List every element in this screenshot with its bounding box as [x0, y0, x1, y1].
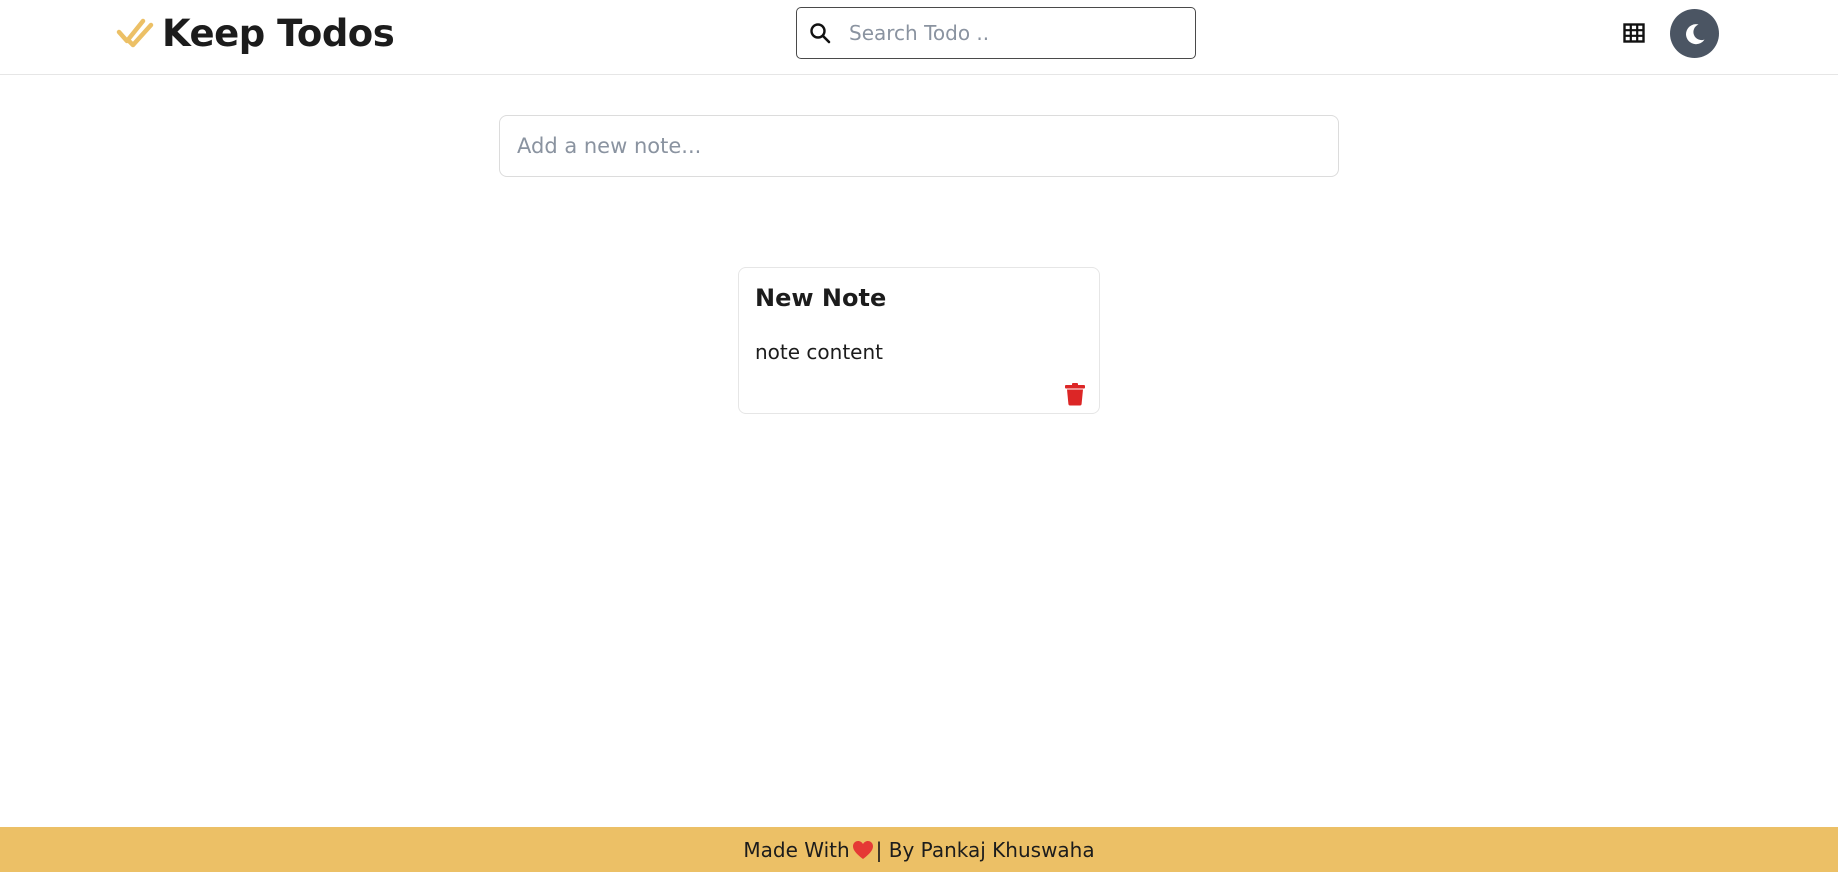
- app-title: Keep Todos: [162, 11, 395, 55]
- double-check-icon: [116, 18, 154, 48]
- grid-view-button[interactable]: [1621, 21, 1647, 45]
- new-note-box[interactable]: [499, 115, 1339, 177]
- theme-toggle-button[interactable]: [1670, 9, 1719, 58]
- footer-author: | By Pankaj Khuswaha: [875, 837, 1095, 862]
- brand[interactable]: Keep Todos: [116, 10, 395, 56]
- note-title: New Note: [755, 284, 887, 312]
- trash-icon: [1065, 383, 1085, 406]
- note-content: note content: [755, 340, 883, 364]
- new-note-input[interactable]: [515, 126, 1315, 166]
- search-box[interactable]: [796, 7, 1196, 59]
- grid-view-icon: [1623, 23, 1645, 43]
- delete-note-button[interactable]: [1064, 382, 1086, 406]
- footer: Made With | By Pankaj Khuswaha: [0, 827, 1838, 872]
- top-bar: Keep Todos: [0, 0, 1838, 75]
- search-input[interactable]: [847, 13, 1177, 53]
- search-icon: [810, 23, 831, 44]
- heart-icon: [852, 840, 873, 859]
- note-card[interactable]: New Note note content: [738, 267, 1100, 414]
- moon-icon: [1685, 23, 1704, 44]
- footer-made-with: Made With: [743, 837, 850, 862]
